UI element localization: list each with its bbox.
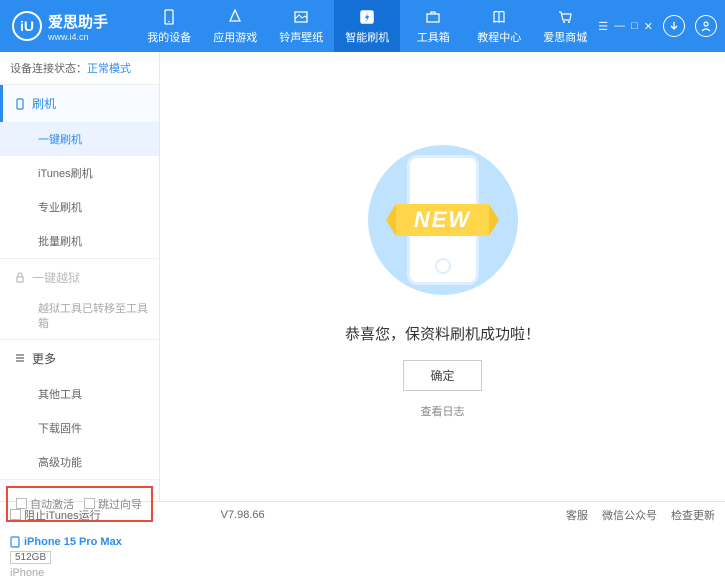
device-type: iPhone [10, 567, 149, 579]
new-banner: NEW [396, 204, 489, 236]
nav-apps[interactable]: 应用游戏 [202, 0, 268, 52]
brand-title: 爱思助手 [48, 11, 108, 32]
sidebar-group-flash[interactable]: 刷机 [0, 85, 159, 122]
sidebar: 设备连接状态：正常模式 刷机 一键刷机 iTunes刷机 专业刷机 批量刷机 一… [0, 52, 160, 501]
sidebar-item-download-firmware[interactable]: 下载固件 [0, 411, 159, 445]
cart-icon [555, 8, 575, 26]
flash-icon [357, 8, 377, 26]
close-icon[interactable]: ✕ [644, 20, 653, 33]
sidebar-item-other-tools[interactable]: 其他工具 [0, 377, 159, 411]
view-log-link[interactable]: 查看日志 [421, 403, 465, 419]
checkbox-label: 阻止iTunes运行 [24, 507, 101, 523]
device-info: iPhone 15 Pro Max 512GB iPhone [0, 528, 159, 587]
top-nav: 我的设备 应用游戏 铃声壁纸 智能刷机 工具箱 教程中心 爱思商城 [136, 0, 598, 52]
confirm-button[interactable]: 确定 [403, 360, 481, 391]
titlebar-controls: ☰ — □ ✕ [598, 15, 725, 37]
device-icon [159, 8, 179, 26]
nav-label: 工具箱 [417, 29, 450, 45]
nav-ringtones[interactable]: 铃声壁纸 [268, 0, 334, 52]
success-illustration: NEW [333, 135, 553, 305]
book-icon [489, 8, 509, 26]
sidebar-item-oneclick-flash[interactable]: 一键刷机 [0, 122, 159, 156]
nav-label: 智能刷机 [345, 29, 389, 45]
download-icon[interactable] [663, 15, 685, 37]
connection-status: 设备连接状态：正常模式 [0, 52, 159, 85]
footer-link-support[interactable]: 客服 [566, 507, 588, 523]
phone-icon [10, 536, 20, 548]
minimize-icon[interactable]: — [614, 20, 625, 32]
nav-store[interactable]: 爱思商城 [532, 0, 598, 52]
footer-link-wechat[interactable]: 微信公众号 [602, 507, 657, 523]
nav-label: 爱思商城 [543, 29, 587, 45]
toolbox-icon [423, 8, 443, 26]
logo-icon: iU [12, 11, 42, 41]
sidebar-group-more[interactable]: 更多 [0, 340, 159, 377]
logo-area: iU 爱思助手 www.i4.cn [0, 11, 136, 42]
phone-icon [14, 98, 26, 110]
nav-toolbox[interactable]: 工具箱 [400, 0, 466, 52]
status-mode: 正常模式 [87, 63, 131, 75]
maximize-icon[interactable]: □ [631, 20, 638, 32]
user-icon[interactable] [695, 15, 717, 37]
device-name[interactable]: iPhone 15 Pro Max [10, 536, 149, 548]
version-label: V7.98.66 [221, 509, 265, 521]
sidebar-item-jailbreak-moved: 越狱工具已转移至工具箱 [0, 296, 159, 339]
titlebar: iU 爱思助手 www.i4.cn 我的设备 应用游戏 铃声壁纸 智能刷机 工具… [0, 0, 725, 52]
sidebar-item-pro-flash[interactable]: 专业刷机 [0, 190, 159, 224]
nav-flash[interactable]: 智能刷机 [334, 0, 400, 52]
nav-label: 应用游戏 [213, 29, 257, 45]
menu-icon[interactable]: ☰ [598, 20, 608, 33]
success-message: 恭喜您，保资料刷机成功啦！ [345, 323, 540, 344]
device-storage: 512GB [10, 551, 51, 564]
nav-label: 教程中心 [477, 29, 521, 45]
checkbox-block-itunes[interactable]: 阻止iTunes运行 [10, 507, 101, 523]
nav-tutorials[interactable]: 教程中心 [466, 0, 532, 52]
group-title: 更多 [32, 350, 56, 367]
sidebar-item-itunes-flash[interactable]: iTunes刷机 [0, 156, 159, 190]
nav-my-device[interactable]: 我的设备 [136, 0, 202, 52]
nav-label: 我的设备 [147, 29, 191, 45]
list-icon [14, 352, 26, 364]
main-panel: NEW 恭喜您，保资料刷机成功啦！ 确定 查看日志 [160, 52, 725, 501]
apps-icon [225, 8, 245, 26]
sidebar-item-batch-flash[interactable]: 批量刷机 [0, 224, 159, 258]
checkbox-label: 跳过向导 [98, 496, 142, 512]
footer-link-update[interactable]: 检查更新 [671, 507, 715, 523]
brand-url: www.i4.cn [48, 32, 108, 42]
sidebar-group-jailbreak[interactable]: 一键越狱 [0, 259, 159, 296]
lock-icon [14, 272, 26, 284]
group-title: 刷机 [32, 95, 56, 112]
group-title: 一键越狱 [32, 269, 80, 286]
sidebar-item-advanced[interactable]: 高级功能 [0, 445, 159, 479]
status-label: 设备连接状态： [10, 63, 87, 75]
image-icon [291, 8, 311, 26]
nav-label: 铃声壁纸 [279, 29, 323, 45]
